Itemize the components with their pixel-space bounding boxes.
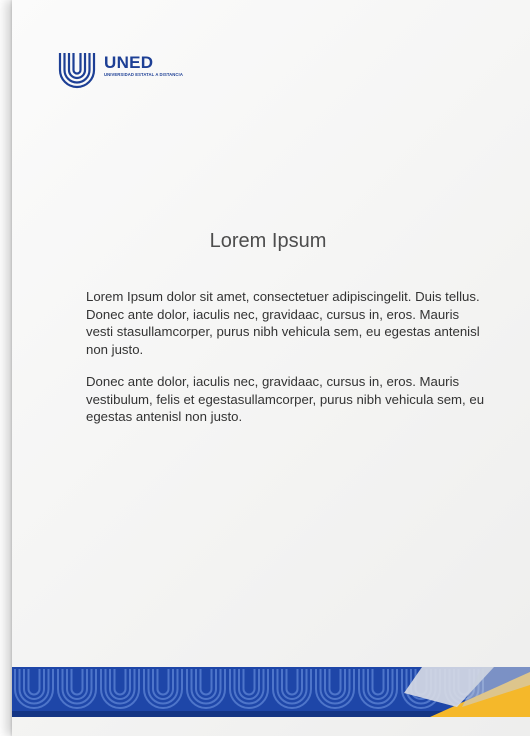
document-title: Lorem Ipsum — [209, 230, 327, 252]
logo-subtitle: UNIVERSIDAD ESTATAL A DISTANCIA — [104, 72, 183, 77]
document-page: UNED UNIVERSIDAD ESTATAL A DISTANCIA Lor… — [12, 0, 530, 736]
uned-logo-mark-icon — [58, 53, 96, 89]
paragraph-1: Lorem Ipsum dolor sit amet, consectetuer… — [86, 289, 480, 357]
paragraph-2: Donec ante dolor, iaculis nec, gravidaac… — [86, 374, 485, 424]
uned-logo: UNED UNIVERSIDAD ESTATAL A DISTANCIA — [54, 45, 184, 91]
footer-band — [12, 667, 530, 717]
logo-name: UNED — [104, 53, 154, 72]
logo-text: UNED UNIVERSIDAD ESTATAL A DISTANCIA — [104, 54, 183, 78]
footer-pattern — [12, 667, 530, 717]
